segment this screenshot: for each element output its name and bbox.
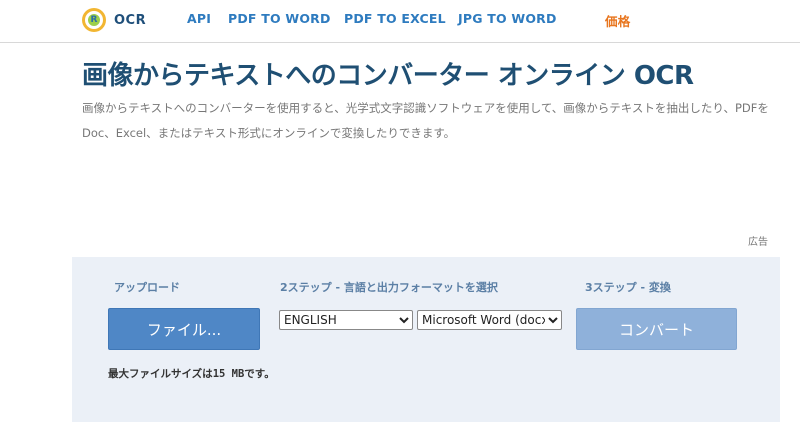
nav-link-jpg-to-word[interactable]: JPG TO WORD (458, 11, 557, 26)
nav-link-api[interactable]: API (187, 11, 211, 26)
step3-label: 3ステップ - 変換 (585, 281, 671, 294)
language-select[interactable]: ENGLISH (279, 310, 413, 330)
nav-link-pdf-to-word[interactable]: PDF TO WORD (228, 11, 331, 26)
page-description: 画像からテキストへのコンバーターを使用すると、光学式文字認識ソフトウェアを使用し… (82, 101, 769, 140)
nav-link-pdf-to-excel[interactable]: PDF TO EXCEL (344, 11, 446, 26)
ad-label: 広告 (748, 237, 768, 248)
step1-label: アップロード (114, 281, 180, 294)
logo-text: OCR (114, 12, 147, 28)
step2-label: 2ステップ - 言語と出力フォーマットを選択 (280, 281, 498, 294)
max-size-suffix: です。 (244, 368, 275, 380)
max-size-value: 15 MB (212, 368, 245, 380)
max-file-size-note: 最大ファイルサイズは15 MBです。 (108, 366, 275, 381)
nav-link-price[interactable]: 価格 (605, 11, 630, 30)
max-size-prefix: 最大ファイルサイズは (108, 368, 213, 380)
top-navigation-bar: R OCR API PDF TO WORD PDF TO EXCEL JPG T… (0, 0, 800, 43)
convert-button[interactable]: コンバート (576, 308, 737, 350)
choose-file-button[interactable]: ファイル... (108, 308, 260, 350)
page-title: 画像からテキストへのコンバーター オンライン OCR (82, 61, 694, 91)
site-logo-link[interactable]: R OCR (82, 8, 146, 32)
ocr-logo-icon: R (82, 8, 106, 32)
output-format-select[interactable]: Microsoft Word (docx) (417, 310, 562, 330)
